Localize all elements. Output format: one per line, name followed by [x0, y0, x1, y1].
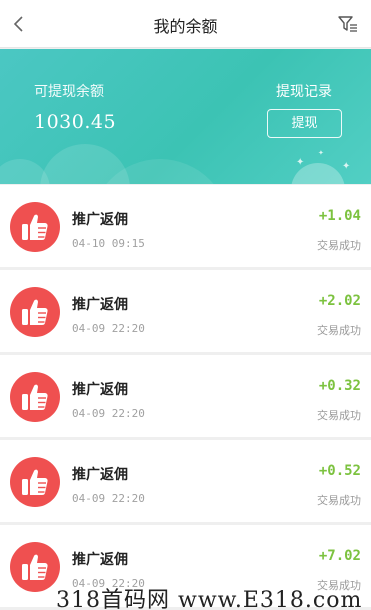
available-balance-amount: 1030.45 — [34, 111, 117, 133]
transaction-time: 04-10 09:15 — [72, 237, 145, 250]
thumbs-up-icon — [22, 299, 48, 325]
commission-avatar — [10, 372, 60, 422]
transaction-name: 推广返佣 — [72, 552, 128, 568]
transaction-status: 交易成功 — [317, 494, 361, 507]
sparkle-icon: ✦ — [296, 157, 305, 168]
available-balance-label: 可提现余额 — [34, 84, 104, 100]
watermark-text: 318首码网 www.E318.com — [56, 588, 363, 610]
thumbs-up-icon — [22, 554, 48, 580]
transaction-row[interactable]: 推广返佣 04-09 22:20 +2.02 交易成功 — [0, 270, 371, 352]
transaction-status: 交易成功 — [317, 324, 361, 337]
transaction-amount: +0.32 — [318, 378, 361, 394]
transaction-name: 推广返佣 — [72, 297, 128, 313]
thumbs-up-icon — [22, 214, 48, 240]
withdraw-record-link[interactable]: 提现记录 — [276, 81, 332, 101]
transaction-row[interactable]: 推广返佣 04-10 09:15 +1.04 交易成功 — [0, 185, 371, 267]
transaction-amount: +7.02 — [318, 548, 361, 564]
transaction-amount: +1.04 — [318, 208, 361, 224]
transaction-name: 推广返佣 — [72, 212, 128, 228]
commission-avatar — [10, 202, 60, 252]
sparkle-icon: ✦ — [342, 161, 351, 172]
balance-banner: ✦ ✦ ✦ 可提现余额 1030.45 提现记录 提现 — [0, 49, 371, 184]
commission-avatar — [10, 287, 60, 337]
withdraw-button[interactable]: 提现 — [267, 109, 342, 138]
filter-icon[interactable] — [337, 13, 359, 35]
transaction-name: 推广返佣 — [72, 382, 128, 398]
transaction-time: 04-09 22:20 — [72, 322, 145, 335]
transaction-time: 04-09 22:20 — [72, 492, 145, 505]
balance-page: 我的余额 ✦ ✦ ✦ 可提现余额 1030.45 提现记录 提现 推广返佣 04-… — [0, 0, 371, 610]
top-nav-bar: 我的余额 — [0, 0, 371, 48]
transaction-amount: +2.02 — [318, 293, 361, 309]
transaction-list: 推广返佣 04-10 09:15 +1.04 交易成功 推广返佣 04-09 22:20 +… — [0, 185, 371, 610]
thumbs-up-icon — [22, 384, 48, 410]
page-title: 我的余额 — [153, 17, 218, 36]
transaction-status: 交易成功 — [317, 409, 361, 422]
thumbs-up-icon — [22, 469, 48, 495]
transaction-row[interactable]: 推广返佣 04-09 22:20 +0.52 交易成功 — [0, 440, 371, 522]
transaction-name: 推广返佣 — [72, 467, 128, 483]
transaction-time: 04-09 22:20 — [72, 407, 145, 420]
transaction-status: 交易成功 — [317, 239, 361, 252]
sparkle-icon: ✦ — [318, 149, 324, 157]
transaction-row[interactable]: 推广返佣 04-09 22:20 +0.32 交易成功 — [0, 355, 371, 437]
commission-avatar — [10, 457, 60, 507]
commission-avatar — [10, 542, 60, 592]
transaction-amount: +0.52 — [318, 463, 361, 479]
